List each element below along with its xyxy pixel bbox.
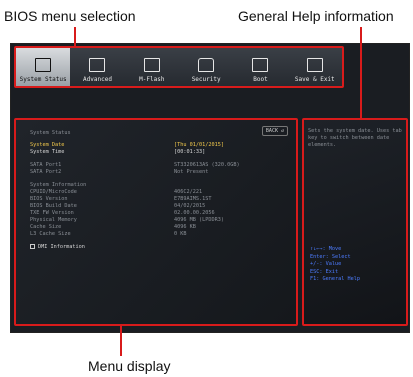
tab-label: Security xyxy=(191,76,221,83)
tab-label: Advanced xyxy=(83,76,112,83)
l3-cache-value: 0 KB xyxy=(174,231,187,237)
lock-icon xyxy=(198,58,215,72)
menu-display-panel: BACK ↺ System Status System Date [Thu 01… xyxy=(14,118,298,326)
system-date-label[interactable]: System Date xyxy=(30,142,64,148)
memory-value: 4096 MB (LPDDR3) xyxy=(174,217,224,223)
dmi-label: DMI Information xyxy=(38,244,85,250)
callout-line-menu-display xyxy=(120,326,122,356)
bios-menu-bar: System Status Advanced M-Flash Security … xyxy=(14,46,344,88)
monitor-icon xyxy=(35,58,52,72)
key-value: +/-: Value xyxy=(310,261,342,267)
sata1-value: ST3320613AS (320.0GB) xyxy=(174,162,240,168)
sliders-icon xyxy=(89,58,106,72)
txe-value: 02.00.00.2056 xyxy=(174,210,215,216)
bios-version-label: BIOS Version xyxy=(30,196,68,202)
sata2-value: Not Present xyxy=(174,169,209,175)
save-icon xyxy=(306,58,323,72)
key-move: ↑↓←→: Move xyxy=(310,246,342,252)
cache-label: Cache Size xyxy=(30,224,62,230)
general-help-panel: Sets the system date. Uses tab key to sw… xyxy=(302,118,408,326)
callout-line-menu-selection xyxy=(74,27,76,46)
tab-save-exit[interactable]: Save & Exit xyxy=(288,48,342,86)
tab-label: M-Flash xyxy=(139,76,165,83)
tab-system-status[interactable]: System Status xyxy=(16,48,71,86)
tab-label: Save & Exit xyxy=(294,76,335,83)
bios-date-label: BIOS Build Date xyxy=(30,203,77,209)
tab-security[interactable]: Security xyxy=(179,48,233,86)
tab-boot[interactable]: Boot xyxy=(233,48,287,86)
l3-cache-label: L3 Cache Size xyxy=(30,231,71,237)
info-title: System Information xyxy=(30,182,87,188)
key-help: F1: General Help xyxy=(310,276,360,282)
system-date-value[interactable]: [Thu 01/01/2015] xyxy=(174,142,224,148)
section-title: System Status xyxy=(30,130,71,136)
sata1-label: SATA Port1 xyxy=(30,162,62,168)
callout-general-help: General Help information xyxy=(238,8,394,24)
boot-icon xyxy=(252,58,269,72)
bios-date-value: 04/02/2015 xyxy=(174,203,206,209)
sata2-label: SATA Port2 xyxy=(30,169,62,175)
cpuid-label: CPUID/MicroCode xyxy=(30,189,77,195)
tab-label: Boot xyxy=(253,76,268,83)
submenu-icon xyxy=(30,244,35,249)
cpuid-value: 406C2/221 xyxy=(174,189,203,195)
tab-label: System Status xyxy=(19,76,67,83)
chip-icon xyxy=(143,58,160,72)
cache-value: 4096 KB xyxy=(174,224,196,230)
txe-label: TXE FW Version xyxy=(30,210,74,216)
system-time-label[interactable]: System Time xyxy=(30,149,64,155)
dmi-information-item[interactable]: DMI Information xyxy=(30,244,85,250)
system-time-value[interactable]: [00:01:33] xyxy=(174,149,205,155)
key-select: Enter: Select xyxy=(310,253,351,260)
memory-label: Physical Memory xyxy=(30,217,77,223)
tab-advanced[interactable]: Advanced xyxy=(70,48,124,86)
callout-menu-selection: BIOS menu selection xyxy=(4,8,136,24)
callout-menu-display: Menu display xyxy=(88,358,171,374)
help-text: Sets the system date. Uses tab key to sw… xyxy=(308,128,402,148)
callout-line-general-help xyxy=(360,27,362,119)
key-exit: ESC: Exit xyxy=(310,268,339,275)
back-button[interactable]: BACK ↺ xyxy=(261,126,288,136)
tab-m-flash[interactable]: M-Flash xyxy=(125,48,179,86)
bios-version-value: E7B9AIMS.1ST xyxy=(174,196,212,202)
key-legend: ↑↓←→: Move Enter: Select +/-: Value ESC:… xyxy=(310,246,360,284)
